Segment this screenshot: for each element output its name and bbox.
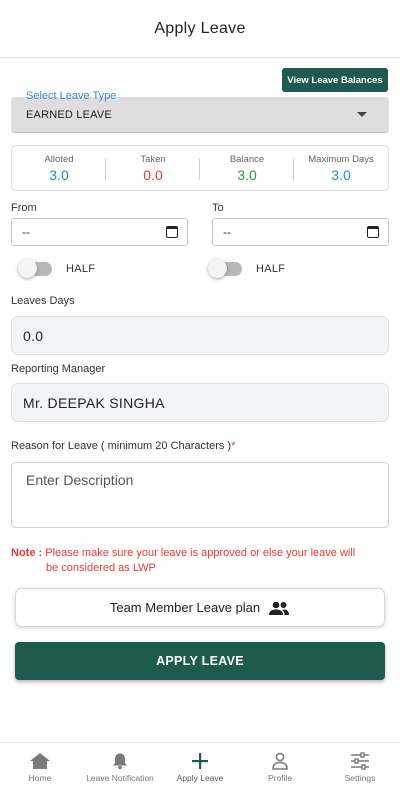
reason-textarea[interactable]: Enter Description: [11, 462, 389, 528]
nav-item-apply-leave[interactable]: Apply Leave: [160, 743, 240, 800]
leave-days-value: 0.0: [23, 327, 44, 344]
stat-maximum-days: Maximum Days 3.0: [294, 154, 388, 183]
stat-label: Alloted: [44, 153, 74, 165]
to-date-label: To: [212, 202, 224, 214]
half-to-label: HALF: [256, 263, 286, 275]
team-member-leave-plan-button[interactable]: Team Member Leave plan: [15, 588, 385, 627]
required-mark: *: [231, 440, 236, 452]
from-date-input[interactable]: --: [11, 218, 188, 246]
stat-value: 3.0: [237, 166, 257, 183]
toggle-track[interactable]: [208, 259, 242, 278]
leave-type-label: Select Leave Type: [26, 90, 117, 102]
view-leave-balances-button[interactable]: View Leave Balances: [282, 68, 388, 92]
leave-days-field: 0.0: [11, 316, 389, 355]
stat-label: Maximum Days: [308, 153, 374, 165]
leave-days-label: Leaves Days: [11, 295, 75, 307]
app-header: Apply Leave: [0, 0, 400, 58]
bell-icon: [113, 753, 127, 770]
from-date-label: From: [11, 202, 37, 214]
nav-label: Home: [28, 773, 52, 783]
plus-icon: [192, 753, 208, 769]
nav-label: Profile: [267, 773, 293, 783]
leave-note: Note : Please make sure your leave is ap…: [11, 546, 391, 576]
to-date-input[interactable]: --: [212, 218, 389, 246]
half-day-from-toggle[interactable]: HALF: [18, 259, 96, 278]
group-icon: [269, 601, 290, 615]
stat-value: 3.0: [331, 166, 351, 183]
reporting-manager-label: Reporting Manager: [11, 363, 106, 375]
team-plan-label: Team Member Leave plan: [109, 600, 261, 615]
stat-label: Taken: [140, 153, 166, 165]
reporting-manager-field: Mr. DEEPAK SINGHA: [11, 383, 389, 422]
nav-item-settings[interactable]: Settings: [320, 743, 400, 800]
dropdown-caret-icon[interactable]: [357, 112, 367, 117]
nav-label: Leave Notification: [86, 773, 154, 783]
stat-alloted: Alloted 3.0: [12, 154, 106, 183]
leave-type-select[interactable]: Select Leave Type EARNED LEAVE: [11, 90, 389, 133]
nav-item-profile[interactable]: Profile: [240, 743, 320, 800]
stat-taken: Taken 0.0: [106, 154, 200, 183]
half-from-label: HALF: [66, 263, 96, 275]
home-icon: [30, 753, 50, 769]
stat-balance: Balance 3.0: [200, 154, 294, 183]
person-icon: [272, 752, 288, 770]
reporting-manager-value: Mr. DEEPAK SINGHA: [23, 394, 165, 411]
stat-label: Balance: [229, 153, 265, 165]
note-line-2: be considered as LWP: [46, 562, 156, 574]
toggle-knob[interactable]: [208, 259, 227, 278]
nav-label: Apply Leave: [176, 773, 224, 783]
calendar-icon[interactable]: [166, 226, 178, 238]
reason-placeholder: Enter Description: [26, 472, 134, 488]
to-date-value: --: [223, 225, 231, 239]
half-day-to-toggle[interactable]: HALF: [208, 259, 286, 278]
note-line-1: Please make sure your leave is approved …: [45, 547, 356, 559]
stat-value: 0.0: [143, 166, 163, 183]
reason-label: Reason for Leave ( minimum 20 Characters…: [11, 440, 235, 452]
leave-stats-card: Alloted 3.0 Taken 0.0 Balance 3.0 Maximu…: [11, 145, 389, 191]
apply-leave-button[interactable]: APPLY LEAVE: [15, 642, 385, 680]
nav-item-leave-notification[interactable]: Leave Notification: [80, 743, 160, 800]
nav-item-home[interactable]: Home: [0, 743, 80, 800]
stat-value: 3.0: [49, 166, 69, 183]
sliders-icon: [351, 752, 369, 770]
calendar-icon[interactable]: [367, 226, 379, 238]
reason-label-text: Reason for Leave ( minimum 20 Characters…: [11, 440, 232, 452]
page-title: Apply Leave: [154, 19, 246, 37]
from-date-value: --: [22, 225, 30, 239]
note-key: Note :: [11, 547, 43, 559]
toggle-knob[interactable]: [18, 259, 37, 278]
nav-label: Settings: [344, 773, 376, 783]
toggle-track[interactable]: [18, 259, 52, 278]
leave-type-value: EARNED LEAVE: [26, 109, 112, 121]
bottom-nav: Home Leave Notification Apply Leave Prof…: [0, 742, 400, 800]
